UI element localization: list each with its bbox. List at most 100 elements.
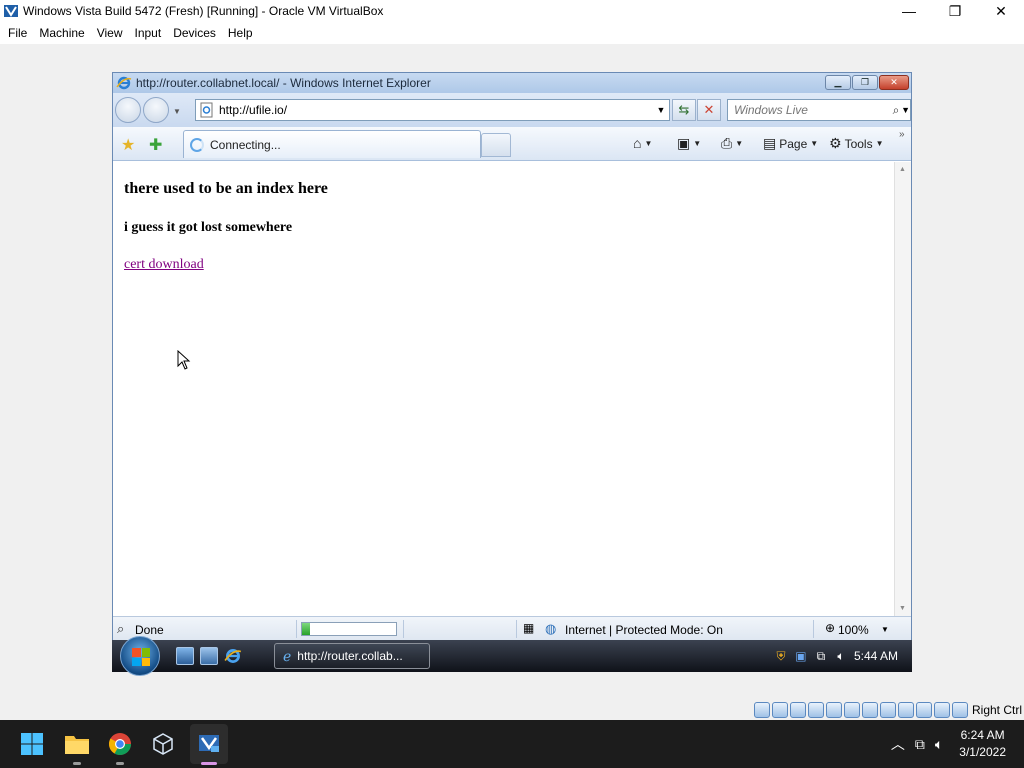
vertical-scrollbar[interactable]: ▲ ▼: [894, 162, 911, 616]
ie-restore-button[interactable]: ❐: [852, 75, 878, 90]
ie-close-button[interactable]: ✕: [879, 75, 909, 90]
active-indicator: [201, 762, 217, 765]
recording-icon[interactable]: [897, 702, 914, 718]
tools-menu-label: Tools: [844, 136, 873, 151]
address-bar: ▼: [195, 99, 670, 121]
ie-minimize-button[interactable]: ▁: [825, 75, 851, 90]
host-menu-bar: File Machine View Input Devices Help: [0, 22, 1024, 44]
network-icon[interactable]: ⧉: [814, 649, 828, 663]
taskbar-button-ie[interactable]: ℯ http://router.collab...: [274, 643, 430, 669]
virtualbox-vm-icon[interactable]: [193, 728, 225, 760]
tools-menu-button[interactable]: ⚙ Tools ▼: [829, 135, 884, 152]
address-dropdown-icon[interactable]: ▼: [653, 105, 669, 115]
search-box: ⌕ ▼: [727, 99, 911, 121]
search-icon[interactable]: ⌕: [891, 103, 901, 118]
host-system-tray: ︿ ⧉ 🔈︎ 6:24 AM 3/1/2022: [891, 720, 1024, 768]
vista-system-tray: ⛨ ▣ ⧉ 🔈︎ 5:44 AM: [774, 640, 912, 672]
ie-window-title: http://router.collabnet.local/ - Windows…: [136, 76, 431, 90]
ie-navigation-bar: ▼ ▼ ⇆ ✕ ⌕ ▼: [113, 93, 911, 127]
mouse-integration-icon[interactable]: [933, 702, 950, 718]
display-icon[interactable]: [879, 702, 896, 718]
zoom-dropdown-icon[interactable]: ▼: [881, 625, 889, 634]
print-icon: ⎙: [721, 135, 733, 151]
security-zone-label[interactable]: Internet | Protected Mode: On: [565, 623, 723, 637]
usb-icon[interactable]: [843, 702, 860, 718]
cert-download-link[interactable]: cert download: [124, 257, 204, 273]
host-window-title: Windows Vista Build 5472 (Fresh) [Runnin…: [23, 4, 384, 18]
keyboard-capture-icon[interactable]: [951, 702, 968, 718]
back-icon[interactable]: [115, 97, 141, 123]
windows-start-icon[interactable]: [16, 728, 48, 760]
home-button[interactable]: ⌂ ▼: [633, 135, 652, 151]
scroll-up-icon[interactable]: ▲: [899, 166, 906, 173]
optical-drive-icon[interactable]: [771, 702, 788, 718]
search-options-dropdown-icon[interactable]: ▼: [901, 105, 910, 115]
minimize-button[interactable]: —: [886, 0, 932, 22]
new-tab-button[interactable]: [481, 133, 511, 157]
page-icon: ▤: [763, 135, 777, 151]
feeds-icon: ▣: [677, 135, 691, 151]
shared-folders-icon[interactable]: [861, 702, 878, 718]
add-favorites-icon[interactable]: ✚: [149, 135, 162, 155]
vista-clock[interactable]: 5:44 AM: [854, 649, 898, 663]
security-report-icon[interactable]: ▦: [523, 621, 534, 635]
favorites-star-icon[interactable]: ★: [121, 135, 135, 155]
network-adapter-icon[interactable]: [825, 702, 842, 718]
ie-title-bar: http://router.collabnet.local/ - Windows…: [113, 73, 911, 93]
vista-start-orb-icon[interactable]: [120, 636, 160, 676]
stop-icon[interactable]: ✕: [697, 99, 721, 121]
search-input[interactable]: [734, 103, 891, 117]
switch-windows-icon[interactable]: [200, 647, 218, 665]
ie-window-controls: ▁ ❐ ✕: [825, 75, 909, 90]
feeds-dropdown-icon[interactable]: ▼: [693, 139, 701, 148]
mouse-cursor-icon: [177, 350, 191, 370]
more-commands-chevron-icon[interactable]: »: [899, 129, 905, 140]
host-date: 3/1/2022: [959, 745, 1006, 759]
chrome-icon[interactable]: [104, 728, 136, 760]
recent-pages-dropdown-icon[interactable]: ▼: [173, 107, 181, 116]
home-dropdown-icon[interactable]: ▼: [644, 139, 652, 148]
chevron-up-icon[interactable]: ︿: [891, 734, 905, 754]
menu-help[interactable]: Help: [222, 26, 259, 40]
ie-window: http://router.collabnet.local/ - Windows…: [112, 72, 912, 641]
language-bar-icon[interactable]: ▣: [794, 649, 808, 663]
feeds-button[interactable]: ▣ ▼: [677, 135, 701, 152]
file-explorer-icon[interactable]: [61, 728, 93, 760]
loading-spinner-icon: [190, 137, 204, 152]
ie-quicklaunch-icon[interactable]: [224, 647, 242, 665]
virtualbox-manager-icon[interactable]: [147, 728, 179, 760]
volume-icon[interactable]: 🔈︎: [935, 736, 943, 753]
menu-machine[interactable]: Machine: [33, 26, 90, 40]
host-key-label: Right Ctrl: [971, 703, 1022, 717]
tab-current[interactable]: Connecting...: [183, 130, 481, 158]
volume-icon[interactable]: 🔈︎: [834, 649, 848, 663]
page-menu-button[interactable]: ▤ Page ▼: [763, 135, 818, 152]
address-input[interactable]: [219, 103, 653, 117]
network-icon[interactable]: ⧉: [915, 736, 925, 753]
tools-gear-icon: ⚙: [829, 135, 842, 151]
scroll-down-icon[interactable]: ▼: [899, 605, 906, 612]
ie-command-bar: ★ ✚ Connecting... ⌂ ▼ ▣ ▼ ⎙ ▼ ▤ Page ▼ ⚙ To…: [113, 127, 911, 161]
host-time: 6:24 AM: [960, 728, 1005, 742]
restore-button[interactable]: ❐: [932, 0, 978, 22]
host-clock[interactable]: 6:24 AM 3/1/2022: [959, 727, 1006, 761]
menu-view[interactable]: View: [91, 26, 129, 40]
hard-disk-icon[interactable]: [753, 702, 770, 718]
security-shield-icon[interactable]: ⛨: [774, 649, 788, 663]
print-button[interactable]: ⎙ ▼: [721, 135, 743, 152]
menu-file[interactable]: File: [2, 26, 33, 40]
home-icon: ⌂: [633, 135, 642, 151]
page-load-progress: [301, 622, 397, 636]
zoom-level[interactable]: 100%: [838, 623, 869, 637]
cpu-icon[interactable]: [915, 702, 932, 718]
audio-icon[interactable]: [807, 702, 824, 718]
host-window-controls: — ❐ ✕: [886, 0, 1024, 22]
show-desktop-icon[interactable]: [176, 647, 194, 665]
refresh-icon[interactable]: ⇆: [672, 99, 696, 121]
menu-devices[interactable]: Devices: [167, 26, 222, 40]
close-button[interactable]: ✕: [978, 0, 1024, 22]
floppy-icon[interactable]: [789, 702, 806, 718]
forward-icon[interactable]: [143, 97, 169, 123]
menu-input[interactable]: Input: [129, 26, 168, 40]
print-dropdown-icon[interactable]: ▼: [735, 139, 743, 148]
